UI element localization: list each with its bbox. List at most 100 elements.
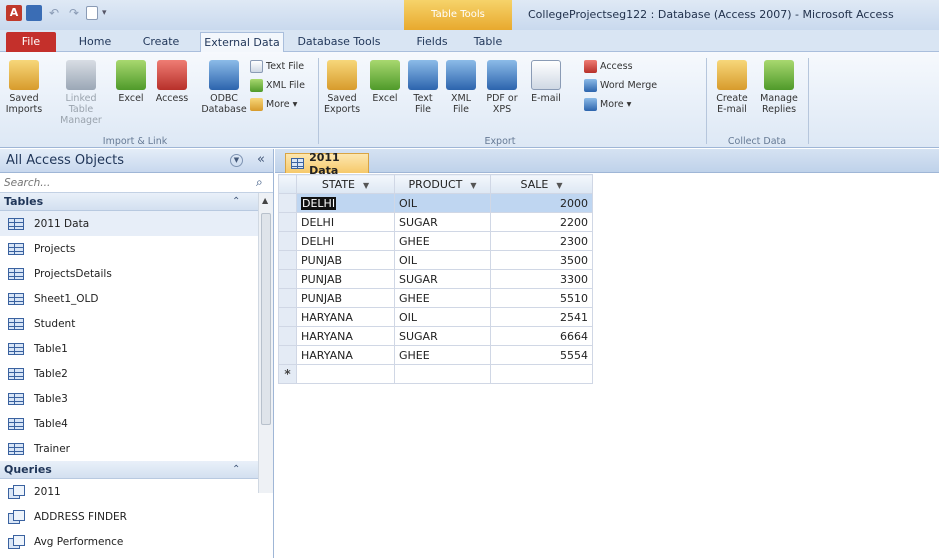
nav-item-table[interactable]: Table4 [0,411,258,436]
export-word-merge-button[interactable]: Word Merge [584,79,657,92]
cell-sale[interactable]: 5554 [490,345,593,365]
column-filter-icon[interactable]: ▼ [470,181,476,190]
nav-item-query[interactable]: 2011 [0,479,258,504]
row-selector[interactable] [278,269,297,289]
cell-sale[interactable]: 2200 [490,212,593,232]
collapse-group-icon[interactable]: ⌃ [232,193,240,210]
cell-sale[interactable] [490,364,593,384]
cell-state[interactable]: PUNJAB [296,288,395,308]
cell-state[interactable]: DELHI [296,212,395,232]
cell-sale[interactable]: 2541 [490,307,593,327]
cell-state[interactable]: PUNJAB [296,250,395,270]
row-selector[interactable] [278,231,297,251]
table-row[interactable]: HARYANA SUGAR 6664 [278,326,593,346]
cell-product[interactable]: GHEE [394,345,491,365]
search-icon[interactable]: ⌕ [256,175,263,190]
create-email-button[interactable]: Create E-mail [712,60,752,115]
collapse-pane-icon[interactable]: « [257,152,265,167]
nav-item-table[interactable]: Projects [0,236,258,261]
row-selector[interactable] [278,326,297,346]
table-row[interactable]: HARYANA GHEE 5554 [278,345,593,365]
import-xml-file-button[interactable]: XML File [250,79,305,92]
row-selector[interactable] [278,288,297,308]
access-app-icon[interactable]: A [6,5,22,21]
cell-state[interactable]: DELHI [296,231,395,251]
tab-create[interactable]: Create [134,32,188,52]
nav-group-queries[interactable]: Queries ⌃ [0,461,258,479]
column-header-product[interactable]: PRODUCT ▼ [394,174,491,194]
import-odbc-button[interactable]: ODBC Database [200,60,248,115]
table-row[interactable]: DELHI OIL 2000 [278,193,593,213]
table-row[interactable]: DELHI GHEE 2300 [278,231,593,251]
new-document-icon[interactable] [86,6,98,20]
cell-sale[interactable]: 6664 [490,326,593,346]
import-more-button[interactable]: More ▾ [250,98,297,111]
import-excel-button[interactable]: Excel [114,60,148,104]
export-access-button[interactable]: Access [584,60,633,73]
table-row[interactable]: PUNJAB GHEE 5510 [278,288,593,308]
cell-sale[interactable]: 5510 [490,288,593,308]
undo-icon[interactable]: ↶ [46,5,62,21]
nav-item-table[interactable]: Trainer [0,436,258,461]
export-xml-file-button[interactable]: XML File [444,60,478,115]
nav-search-input[interactable] [0,173,250,192]
export-excel-button[interactable]: Excel [368,60,402,104]
export-email-button[interactable]: E-mail [526,60,566,104]
cell-state[interactable] [296,364,395,384]
tab-database-tools[interactable]: Database Tools [294,32,384,52]
column-filter-icon[interactable]: ▼ [556,181,562,190]
cell-product[interactable]: OIL [394,307,491,327]
tab-table[interactable]: Table [468,32,508,52]
nav-pane-header[interactable]: All Access Objects ▼ « [0,149,273,173]
scrollbar-thumb[interactable] [261,213,271,425]
nav-item-table[interactable]: Sheet1_OLD [0,286,258,311]
save-icon[interactable] [26,5,42,21]
saved-exports-button[interactable]: Saved Exports [322,60,362,115]
table-row[interactable]: PUNJAB SUGAR 3300 [278,269,593,289]
nav-item-table[interactable]: ProjectsDetails [0,261,258,286]
nav-item-table[interactable]: Table2 [0,361,258,386]
export-text-file-button[interactable]: Text File [406,60,440,115]
redo-icon[interactable]: ↷ [66,5,82,21]
table-row[interactable]: HARYANA OIL 2541 [278,307,593,327]
column-header-state[interactable]: STATE ▼ [296,174,395,194]
row-selector[interactable] [278,345,297,365]
export-more-button[interactable]: More ▾ [584,98,631,111]
row-selector[interactable] [278,193,297,213]
table-row[interactable]: PUNJAB OIL 3500 [278,250,593,270]
import-text-file-button[interactable]: Text File [250,60,304,73]
customize-toolbar-icon[interactable]: ▾ [102,8,107,18]
table-row[interactable]: DELHI SUGAR 2200 [278,212,593,232]
cell-sale[interactable]: 3300 [490,269,593,289]
cell-product[interactable]: OIL [394,193,491,213]
tab-file[interactable]: File [6,32,56,52]
nav-item-table[interactable]: Student [0,311,258,336]
cell-sale[interactable]: 2300 [490,231,593,251]
nav-item-query[interactable]: Avg Performence [0,529,258,554]
row-selector[interactable] [278,307,297,327]
cell-state[interactable]: HARYANA [296,307,395,327]
select-all-corner[interactable] [278,174,297,194]
column-header-sale[interactable]: SALE ▼ [490,174,593,194]
column-filter-icon[interactable]: ▼ [363,181,369,190]
cell-sale[interactable]: 3500 [490,250,593,270]
nav-item-query[interactable]: ADDRESS FINDER [0,504,258,529]
tab-fields[interactable]: Fields [412,32,452,52]
tab-home[interactable]: Home [70,32,120,52]
nav-item-table[interactable]: Table3 [0,386,258,411]
import-access-button[interactable]: Access [152,60,192,104]
cell-product[interactable] [394,364,491,384]
nav-menu-dropdown-icon[interactable]: ▼ [230,154,243,167]
cell-product[interactable]: SUGAR [394,326,491,346]
collapse-group-icon[interactable]: ⌃ [232,461,240,478]
cell-state[interactable]: DELHI [296,193,395,213]
cell-product[interactable]: GHEE [394,231,491,251]
row-selector[interactable] [278,212,297,232]
row-selector[interactable] [278,250,297,270]
cell-state[interactable]: HARYANA [296,345,395,365]
cell-product[interactable]: SUGAR [394,269,491,289]
saved-imports-button[interactable]: Saved Imports [4,60,44,115]
manage-replies-button[interactable]: Manage Replies [756,60,802,115]
linked-table-manager-button[interactable]: Linked Table Manager [52,60,110,126]
scroll-up-icon[interactable]: ▲ [262,196,268,205]
